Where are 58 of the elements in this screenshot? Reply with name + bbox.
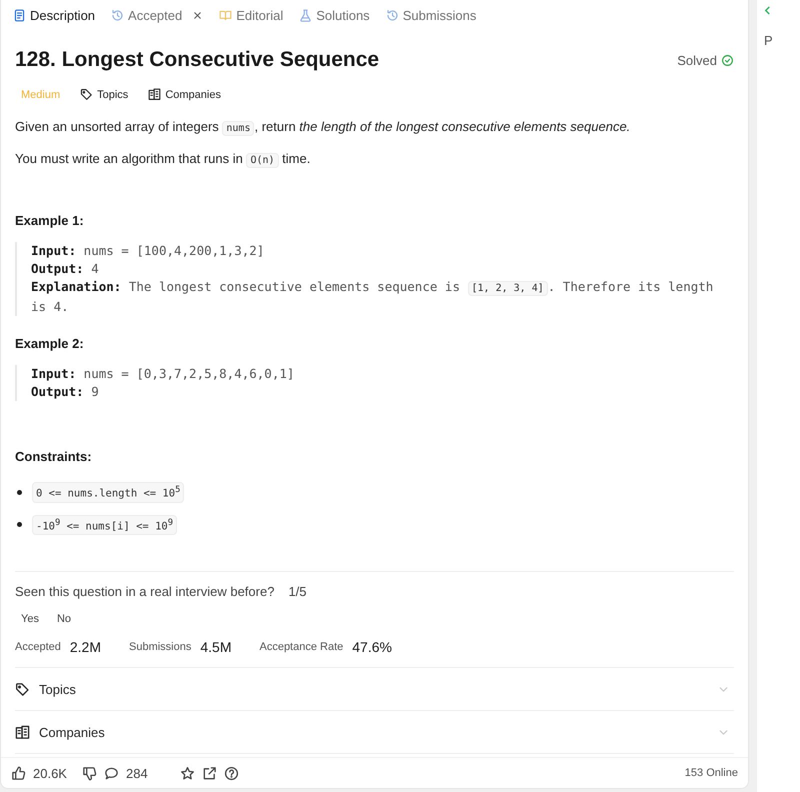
- tab[interactable]: Description: [7, 8, 102, 22]
- constraint-text: -10$^{9}$ <= nums[i] <= 10$^{9}$: [32, 514, 177, 535]
- building-icon: [148, 88, 162, 101]
- star-icon[interactable]: [180, 766, 195, 780]
- example-line: Input: nums = [100,4,200,1,3,2]: [31, 242, 266, 260]
- book-icon: [219, 8, 232, 22]
- history-icon: [386, 8, 399, 22]
- online-count: 153 Online: [684, 767, 738, 779]
- interview-question: Seen this question in a real interview before?: [15, 584, 274, 599]
- like-count: 20.6K: [33, 766, 67, 780]
- help-icon[interactable]: [224, 766, 239, 780]
- tab[interactable]: Solutions: [293, 8, 376, 22]
- stat-value: 4.5M: [200, 639, 232, 655]
- tab[interactable]: Accepted: [105, 8, 210, 22]
- example-heading: Example 1:: [15, 213, 85, 228]
- document-icon: [13, 8, 26, 22]
- history-icon: [111, 8, 124, 22]
- stat-label: Acceptance Rate: [259, 641, 344, 653]
- code-icon[interactable]: [764, 6, 771, 15]
- example-line: Input: nums = [0,3,7,2,5,8,4,6,0,1]: [31, 365, 296, 383]
- answer-button[interactable]: No: [50, 609, 78, 629]
- thumbs-up-icon[interactable]: [11, 766, 26, 780]
- problem-title: 128. Longest Consecutive Sequence: [15, 48, 380, 72]
- example-line: Output: 4: [31, 260, 100, 278]
- thumbs-down-icon[interactable]: [82, 766, 97, 780]
- comment-count: 284: [126, 766, 148, 780]
- tag-icon: [15, 682, 30, 696]
- stat-value: 47.6%: [352, 639, 392, 655]
- status-label: Solved: [677, 52, 717, 68]
- stat-value: 2.2M: [70, 639, 101, 655]
- flask-icon: [299, 8, 312, 22]
- accordion-header[interactable]: Topics: [15, 668, 734, 711]
- stat-label: Accepted: [15, 641, 61, 653]
- difficulty-label: Medium: [20, 88, 62, 102]
- description-text: Given an unsorted array of integers nums , return the length of the longest consecutive elements sequence.: [15, 118, 632, 138]
- share-icon[interactable]: [202, 766, 217, 780]
- answer-count: 1/5: [288, 584, 307, 599]
- tag-button[interactable]: Topics: [74, 86, 134, 103]
- constraints-heading: Constraints:: [15, 449, 93, 464]
- constraint-text: 0 <= nums.length <= 10$^{5}$: [32, 482, 184, 502]
- bullet-icon: [17, 522, 22, 528]
- close-icon[interactable]: [192, 10, 204, 20]
- tab[interactable]: Editorial: [213, 8, 290, 22]
- comment-icon[interactable]: [104, 766, 119, 780]
- tag-button[interactable]: Companies: [142, 86, 227, 103]
- accordion-header[interactable]: Companies: [15, 711, 734, 754]
- stat-label: Submissions: [129, 641, 192, 653]
- description-text: You must write an algorithm that runs in O(n) time.: [15, 150, 312, 170]
- panel-label: P: [764, 33, 774, 48]
- tag-icon: [80, 88, 94, 101]
- example-line: Explanation: The longest consecutive elements sequence is [1, 2, 3, 4] . Therefore its length is 4.: [31, 278, 714, 316]
- bullet-icon: [17, 490, 22, 495]
- check-circle-icon: [721, 54, 734, 66]
- answer-button[interactable]: Yes: [15, 609, 45, 629]
- example-line: Output: 9: [31, 383, 100, 401]
- building-icon: [15, 724, 30, 740]
- example-heading: Example 2:: [15, 336, 85, 351]
- tab[interactable]: Submissions: [380, 8, 482, 22]
